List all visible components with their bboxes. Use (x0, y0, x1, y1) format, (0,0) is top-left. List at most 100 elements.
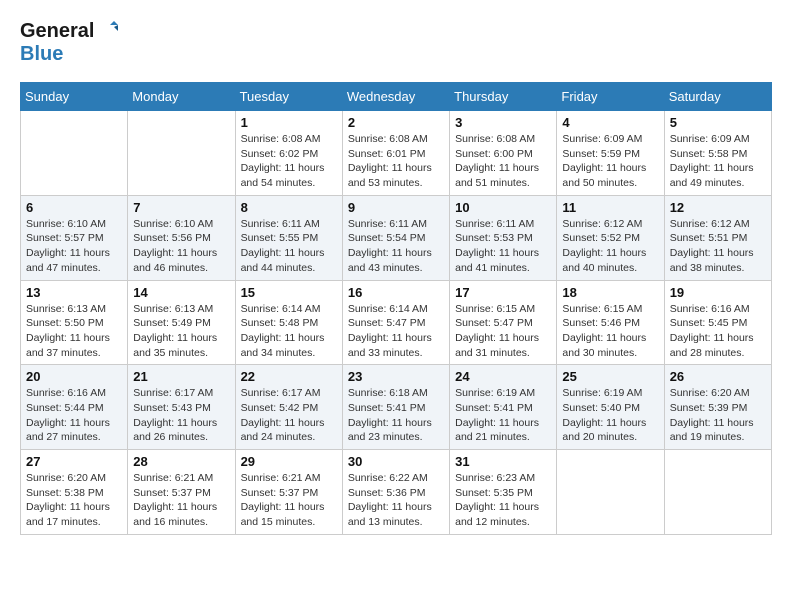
day-info: Sunrise: 6:13 AM Sunset: 5:50 PM Dayligh… (26, 302, 122, 361)
day-number: 24 (455, 369, 551, 384)
calendar-cell: 24 Sunrise: 6:19 AM Sunset: 5:41 PM Dayli… (450, 365, 557, 450)
day-info: Sunrise: 6:15 AM Sunset: 5:47 PM Dayligh… (455, 302, 551, 361)
calendar-cell: 6Sunrise: 6:10 AM Sunset: 5:57 PM Daylig… (21, 195, 128, 280)
day-number: 15 (241, 285, 337, 300)
day-info: Sunrise: 6:14 AM Sunset: 5:47 PM Dayligh… (348, 302, 444, 361)
calendar-cell: 7 Sunrise: 6:10 AM Sunset: 5:56 PM Daylig… (128, 195, 235, 280)
calendar-cell: 30 Sunrise: 6:22 AM Sunset: 5:36 PM Dayli… (342, 450, 449, 535)
day-info: Sunrise: 6:19 AM Sunset: 5:40 PM Dayligh… (562, 386, 658, 445)
calendar-cell: 3Sunrise: 6:08 AM Sunset: 6:00 PM Daylig… (450, 111, 557, 196)
weekday-header-friday: Friday (557, 83, 664, 111)
day-info: Sunrise: 6:23 AM Sunset: 5:35 PM Dayligh… (455, 471, 551, 530)
calendar-cell: 19 Sunrise: 6:16 AM Sunset: 5:45 PM Dayli… (664, 280, 771, 365)
calendar-cell: 9Sunrise: 6:11 AM Sunset: 5:54 PM Daylig… (342, 195, 449, 280)
day-number: 20 (26, 369, 122, 384)
calendar-week-row: 1 Sunrise: 6:08 AM Sunset: 6:02 PM Daylig… (21, 111, 772, 196)
calendar-cell: 4 Sunrise: 6:09 AM Sunset: 5:59 PM Daylig… (557, 111, 664, 196)
day-number: 30 (348, 454, 444, 469)
day-info: Sunrise: 6:18 AM Sunset: 5:41 PM Dayligh… (348, 386, 444, 445)
calendar-cell: 15 Sunrise: 6:14 AM Sunset: 5:48 PM Dayli… (235, 280, 342, 365)
weekday-header-tuesday: Tuesday (235, 83, 342, 111)
calendar-cell: 18 Sunrise: 6:15 AM Sunset: 5:46 PM Dayli… (557, 280, 664, 365)
day-number: 19 (670, 285, 766, 300)
day-number: 23 (348, 369, 444, 384)
day-number: 25 (562, 369, 658, 384)
day-number: 17 (455, 285, 551, 300)
day-number: 26 (670, 369, 766, 384)
day-info: Sunrise: 6:15 AM Sunset: 5:46 PM Dayligh… (562, 302, 658, 361)
calendar-week-row: 6Sunrise: 6:10 AM Sunset: 5:57 PM Daylig… (21, 195, 772, 280)
day-number: 16 (348, 285, 444, 300)
calendar-cell: 1 Sunrise: 6:08 AM Sunset: 6:02 PM Daylig… (235, 111, 342, 196)
calendar-cell: 31 Sunrise: 6:23 AM Sunset: 5:35 PM Dayli… (450, 450, 557, 535)
day-number: 13 (26, 285, 122, 300)
calendar-cell: 16 Sunrise: 6:14 AM Sunset: 5:47 PM Dayli… (342, 280, 449, 365)
day-info: Sunrise: 6:20 AM Sunset: 5:39 PM Dayligh… (670, 386, 766, 445)
calendar-cell: 5 Sunrise: 6:09 AM Sunset: 5:58 PM Daylig… (664, 111, 771, 196)
day-number: 18 (562, 285, 658, 300)
day-info: Sunrise: 6:20 AM Sunset: 5:38 PM Dayligh… (26, 471, 122, 530)
day-info: Sunrise: 6:12 AM Sunset: 5:51 PM Dayligh… (670, 217, 766, 276)
day-info: Sunrise: 6:19 AM Sunset: 5:41 PM Dayligh… (455, 386, 551, 445)
calendar-table: SundayMondayTuesdayWednesdayThursdayFrid… (20, 82, 772, 535)
page-header: General Blue (20, 20, 772, 66)
day-info: Sunrise: 6:09 AM Sunset: 5:58 PM Dayligh… (670, 132, 766, 191)
day-info: Sunrise: 6:21 AM Sunset: 5:37 PM Dayligh… (241, 471, 337, 530)
day-number: 10 (455, 200, 551, 215)
day-info: Sunrise: 6:11 AM Sunset: 5:55 PM Dayligh… (241, 217, 337, 276)
logo-blue: Blue (20, 43, 63, 66)
day-number: 11 (562, 200, 658, 215)
day-number: 31 (455, 454, 551, 469)
day-number: 1 (241, 115, 337, 130)
calendar-cell: 20Sunrise: 6:16 AM Sunset: 5:44 PM Dayli… (21, 365, 128, 450)
day-number: 7 (133, 200, 229, 215)
calendar-cell: 8 Sunrise: 6:11 AM Sunset: 5:55 PM Daylig… (235, 195, 342, 280)
calendar-cell (557, 450, 664, 535)
day-info: Sunrise: 6:17 AM Sunset: 5:42 PM Dayligh… (241, 386, 337, 445)
day-info: Sunrise: 6:11 AM Sunset: 5:53 PM Dayligh… (455, 217, 551, 276)
day-info: Sunrise: 6:14 AM Sunset: 5:48 PM Dayligh… (241, 302, 337, 361)
calendar-cell (21, 111, 128, 196)
weekday-header-saturday: Saturday (664, 83, 771, 111)
day-number: 3 (455, 115, 551, 130)
logo-bird-icon (96, 21, 118, 43)
calendar-week-row: 20Sunrise: 6:16 AM Sunset: 5:44 PM Dayli… (21, 365, 772, 450)
calendar-cell: 17 Sunrise: 6:15 AM Sunset: 5:47 PM Dayli… (450, 280, 557, 365)
calendar-cell: 14 Sunrise: 6:13 AM Sunset: 5:49 PM Dayli… (128, 280, 235, 365)
day-info: Sunrise: 6:21 AM Sunset: 5:37 PM Dayligh… (133, 471, 229, 530)
logo-text-block: General Blue (20, 20, 118, 66)
weekday-header-wednesday: Wednesday (342, 83, 449, 111)
day-info: Sunrise: 6:08 AM Sunset: 6:02 PM Dayligh… (241, 132, 337, 191)
calendar-cell: 29Sunrise: 6:21 AM Sunset: 5:37 PM Dayli… (235, 450, 342, 535)
calendar-cell: 22Sunrise: 6:17 AM Sunset: 5:42 PM Dayli… (235, 365, 342, 450)
day-info: Sunrise: 6:13 AM Sunset: 5:49 PM Dayligh… (133, 302, 229, 361)
day-number: 4 (562, 115, 658, 130)
day-info: Sunrise: 6:17 AM Sunset: 5:43 PM Dayligh… (133, 386, 229, 445)
day-number: 27 (26, 454, 122, 469)
calendar-cell: 27 Sunrise: 6:20 AM Sunset: 5:38 PM Dayli… (21, 450, 128, 535)
calendar-cell: 21Sunrise: 6:17 AM Sunset: 5:43 PM Dayli… (128, 365, 235, 450)
day-number: 14 (133, 285, 229, 300)
calendar-cell (664, 450, 771, 535)
day-number: 8 (241, 200, 337, 215)
day-info: Sunrise: 6:12 AM Sunset: 5:52 PM Dayligh… (562, 217, 658, 276)
logo: General Blue (20, 20, 118, 66)
day-info: Sunrise: 6:16 AM Sunset: 5:45 PM Dayligh… (670, 302, 766, 361)
day-info: Sunrise: 6:22 AM Sunset: 5:36 PM Dayligh… (348, 471, 444, 530)
day-info: Sunrise: 6:08 AM Sunset: 6:01 PM Dayligh… (348, 132, 444, 191)
calendar-cell: 23 Sunrise: 6:18 AM Sunset: 5:41 PM Dayli… (342, 365, 449, 450)
day-info: Sunrise: 6:11 AM Sunset: 5:54 PM Dayligh… (348, 217, 444, 276)
calendar-cell: 28 Sunrise: 6:21 AM Sunset: 5:37 PM Dayli… (128, 450, 235, 535)
day-number: 2 (348, 115, 444, 130)
day-info: Sunrise: 6:10 AM Sunset: 5:56 PM Dayligh… (133, 217, 229, 276)
day-number: 5 (670, 115, 766, 130)
calendar-cell: 12Sunrise: 6:12 AM Sunset: 5:51 PM Dayli… (664, 195, 771, 280)
weekday-header-sunday: Sunday (21, 83, 128, 111)
calendar-cell: 2 Sunrise: 6:08 AM Sunset: 6:01 PM Daylig… (342, 111, 449, 196)
calendar-cell: 13 Sunrise: 6:13 AM Sunset: 5:50 PM Dayli… (21, 280, 128, 365)
day-number: 28 (133, 454, 229, 469)
weekday-header-row: SundayMondayTuesdayWednesdayThursdayFrid… (21, 83, 772, 111)
calendar-cell: 10 Sunrise: 6:11 AM Sunset: 5:53 PM Dayli… (450, 195, 557, 280)
calendar-cell (128, 111, 235, 196)
day-info: Sunrise: 6:09 AM Sunset: 5:59 PM Dayligh… (562, 132, 658, 191)
